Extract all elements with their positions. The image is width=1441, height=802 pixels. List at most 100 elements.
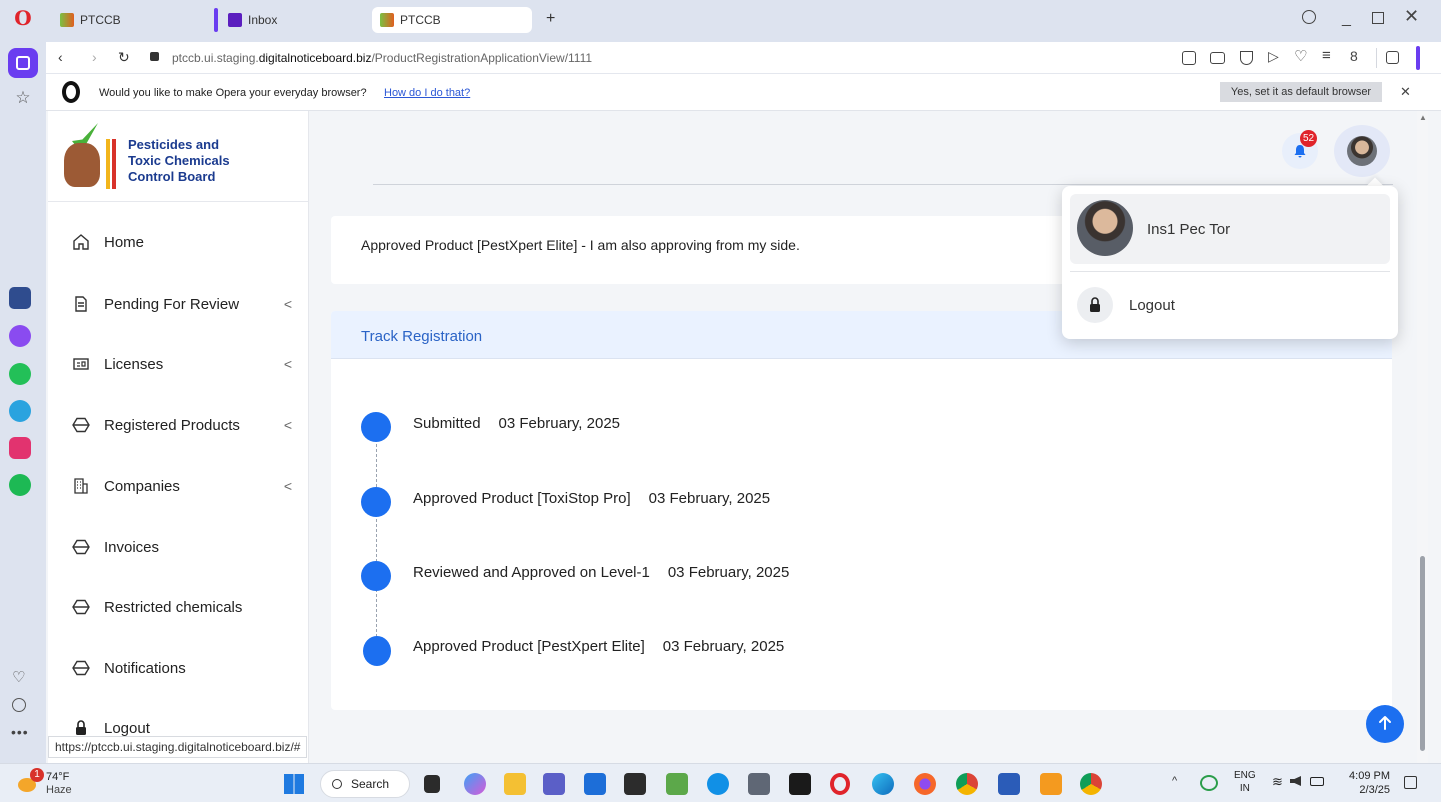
intellij-icon[interactable] (789, 773, 811, 795)
brand-name: Pesticides and Toxic Chemicals Control B… (128, 137, 230, 185)
sidebar-item-label: Licenses (104, 355, 164, 373)
instagram-icon[interactable] (9, 437, 31, 459)
camera-icon[interactable] (1210, 52, 1225, 64)
infobar-link[interactable]: How do I do that? (384, 87, 470, 99)
new-tab-icon[interactable]: + (546, 10, 555, 28)
volume-icon[interactable] (1290, 776, 1301, 786)
clock-date: 2/3/25 (1359, 784, 1390, 796)
reload-icon[interactable]: ↻ (118, 49, 130, 66)
back-icon[interactable]: ‹ (58, 49, 63, 65)
language-secondary: IN (1239, 783, 1250, 794)
language-indicator[interactable]: ENG IN (1234, 769, 1256, 795)
timeline-event: Reviewed and Approved on Level-1 03 Febru… (413, 564, 789, 581)
forward-icon[interactable]: › (92, 49, 97, 65)
telegram-icon[interactable] (9, 400, 31, 422)
clock[interactable]: 4:09 PM 2/3/25 (1344, 769, 1390, 797)
scroll-to-top-button[interactable] (1366, 705, 1404, 743)
user-menu-profile-item[interactable]: Ins1 Pec Tor (1070, 194, 1390, 264)
page-scrollbar[interactable]: ▲ (1417, 111, 1428, 763)
file-explorer-icon[interactable] (504, 773, 526, 795)
task-view-icon[interactable] (424, 775, 440, 793)
windows-start-icon[interactable] (284, 774, 304, 794)
tray-chevron-icon[interactable]: ^ (1172, 775, 1177, 787)
heart-icon[interactable]: ♡ (12, 668, 25, 686)
copilot-icon[interactable] (464, 773, 486, 795)
edge-icon[interactable] (872, 773, 894, 795)
sublime-icon[interactable] (1040, 773, 1062, 795)
timeline-dot (361, 412, 391, 442)
scroll-up-arrow-icon[interactable]: ▲ (1419, 113, 1427, 122)
close-window-icon[interactable]: ✕ (1404, 6, 1419, 27)
weather-badge: 1 (30, 768, 44, 782)
whatsapp-icon[interactable] (9, 363, 31, 385)
sidebar-toggle-indicator[interactable] (1416, 46, 1420, 70)
sticky-notes-icon[interactable] (624, 773, 646, 795)
user-avatar-button[interactable] (1334, 125, 1390, 177)
notification-bell[interactable]: 52 (1282, 130, 1318, 169)
sidebar-item-registered-products[interactable]: Registered Products < (72, 416, 292, 434)
timeline-event-date: 03 February, 2025 (662, 638, 785, 655)
notification-center-icon[interactable] (1404, 776, 1417, 789)
spotify-icon[interactable] (9, 474, 31, 496)
sidebar-item-invoices[interactable]: Invoices (72, 538, 292, 556)
messenger-icon[interactable] (9, 325, 31, 347)
close-infobar-icon[interactable]: ✕ (1400, 84, 1411, 100)
edit-icon[interactable] (1182, 51, 1196, 65)
chrome-icon[interactable] (1080, 773, 1102, 795)
sidebar-item-licenses[interactable]: Licenses < (72, 355, 292, 373)
minimize-icon[interactable]: _ (1342, 10, 1351, 28)
shield-icon[interactable] (1240, 51, 1253, 65)
infobar-question: Would you like to make Opera your everyd… (99, 87, 367, 99)
store-icon[interactable] (584, 773, 606, 795)
sidebar-item-restricted-chemicals[interactable]: Restricted chemicals (72, 598, 292, 616)
opera-taskbar-icon[interactable] (830, 773, 850, 795)
scrollbar-thumb[interactable] (1420, 556, 1425, 751)
brand-logo[interactable] (62, 123, 122, 191)
chevron-left-icon: < (283, 478, 292, 494)
taskbar-search[interactable]: Search (320, 770, 410, 798)
yahoo-favicon-icon (228, 13, 242, 27)
hexagon-icon (72, 598, 90, 616)
tab-ptccb-2[interactable]: PTCCB (372, 7, 532, 33)
wifi-icon[interactable]: ≋ (1272, 774, 1283, 790)
search-tabs-icon[interactable] (1302, 10, 1316, 24)
sidebar-item-companies[interactable]: Companies < (72, 477, 292, 495)
word-icon[interactable] (998, 773, 1020, 795)
user-menu-logout-item[interactable]: Logout (1070, 281, 1390, 329)
star-icon[interactable]: ☆ (12, 88, 34, 110)
photos-icon[interactable] (666, 773, 688, 795)
history-icon[interactable] (12, 698, 26, 712)
more-icon[interactable]: ••• (11, 724, 29, 740)
battery-icon[interactable] (1310, 777, 1324, 786)
tab-label: Inbox (248, 13, 278, 27)
user-dropdown-menu: Ins1 Pec Tor Logout (1062, 186, 1398, 339)
tab-inbox[interactable]: Inbox (220, 7, 285, 33)
sidebar-item-pending-for-review[interactable]: Pending For Review < (72, 295, 292, 313)
maximize-icon[interactable] (1372, 12, 1384, 24)
sidebar-item-notifications[interactable]: Notifications (72, 659, 292, 677)
weather-widget[interactable]: 1 74°F Haze (14, 768, 94, 798)
firefox-icon[interactable] (914, 773, 936, 795)
aria-icon[interactable] (9, 287, 31, 309)
url-field[interactable]: ptccb.ui.staging.digitalnoticeboard.biz/… (172, 51, 592, 65)
default-browser-infobar: Would you like to make Opera your everyd… (46, 74, 1441, 111)
tray-app-icon[interactable] (1200, 775, 1218, 791)
chrome-profile-icon[interactable] (956, 773, 978, 795)
calculator-icon[interactable] (748, 773, 770, 795)
extensions-icon[interactable] (1386, 51, 1399, 64)
sidebar-item-home[interactable]: Home (72, 233, 292, 251)
heart-outline-icon[interactable]: ♡ (1294, 47, 1307, 65)
menu-icon[interactable]: ≡ (1322, 47, 1331, 64)
skype-icon[interactable] (707, 773, 729, 795)
url-domain: digitalnoticeboard.biz (258, 51, 372, 65)
opera-logo-icon[interactable]: O (12, 6, 34, 30)
set-default-button[interactable]: Yes, set it as default browser (1220, 82, 1382, 102)
profile-icon[interactable]: 8 (1350, 48, 1358, 64)
play-icon[interactable]: ▷ (1268, 48, 1279, 65)
teams-icon[interactable] (543, 773, 565, 795)
timeline-event-date: 03 February, 2025 (648, 490, 771, 507)
ptccb-favicon-icon (60, 13, 74, 27)
timeline-event: Approved Product [PestXpert Elite] 03 Feb… (413, 638, 784, 655)
tab-ptccb-1[interactable]: PTCCB (52, 7, 129, 33)
sidebar-item-logout[interactable]: Logout (72, 719, 292, 737)
